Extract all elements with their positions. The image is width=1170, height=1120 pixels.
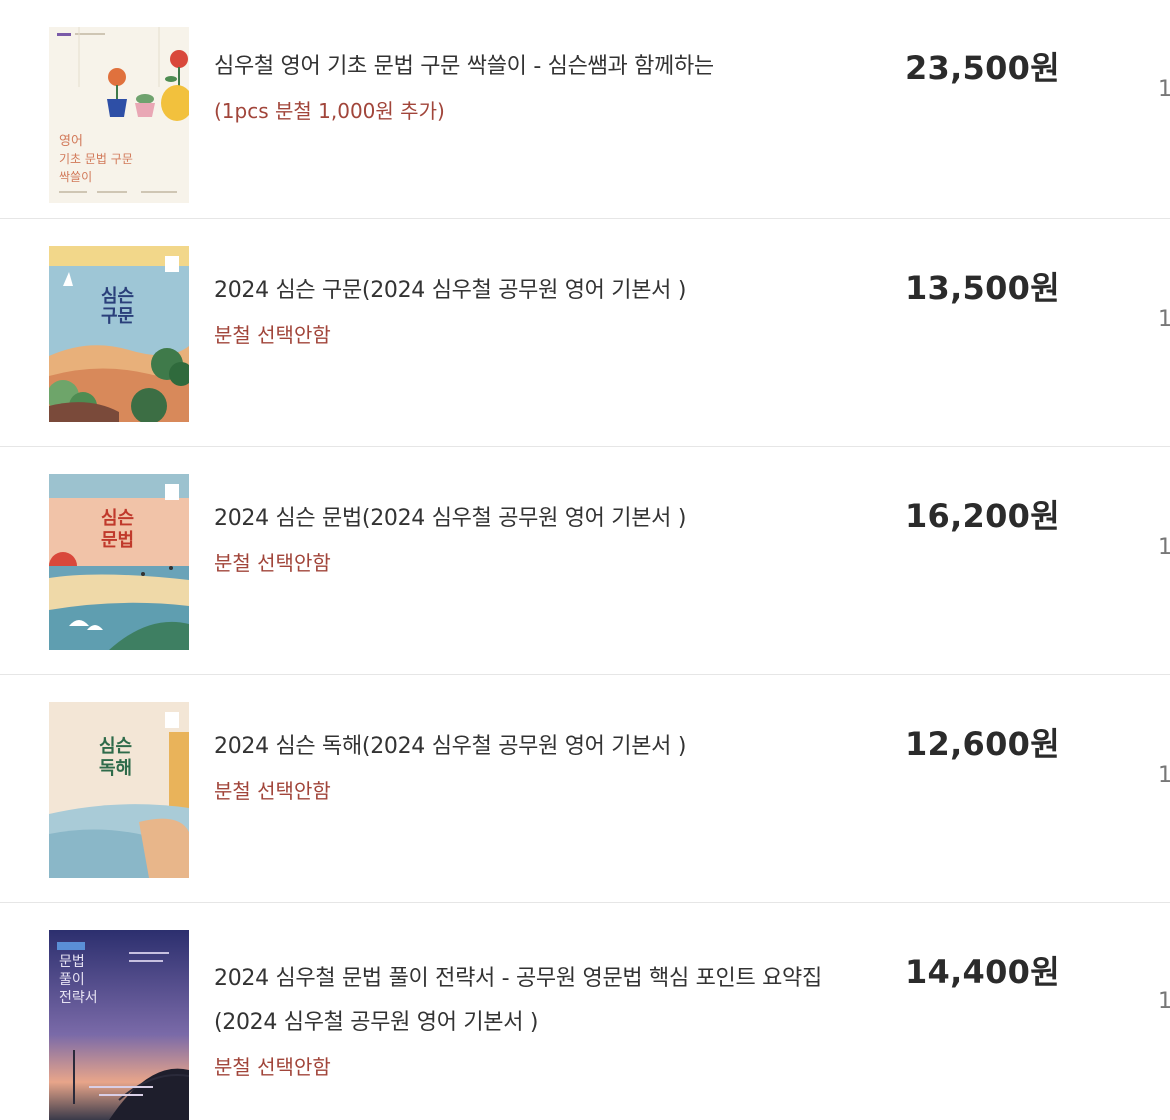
cart-item-list: 영어 기초 문법 구문 싹쓸이 심우철 영어 기초 문법 구문 싹쓸이 - 심슨… bbox=[0, 0, 1170, 1120]
item-option-text: 분철 선택안함 bbox=[214, 1055, 331, 1079]
book-cover-image[interactable]: 심슨 구문 bbox=[49, 246, 189, 422]
item-info: 2024 심슨 구문(2024 심우철 공무원 영어 기본서 ) 분철 선택안함 bbox=[214, 269, 884, 357]
item-option-text: 분철 선택안함 bbox=[214, 551, 331, 575]
svg-text:전략서: 전략서 bbox=[59, 990, 98, 1006]
item-quantity[interactable]: 1 bbox=[1158, 535, 1170, 560]
item-price-currency: 원 bbox=[1030, 49, 1060, 87]
item-price-value: 16,200 bbox=[904, 497, 1031, 535]
cart-item-row: 영어 기초 문법 구문 싹쓸이 심우철 영어 기초 문법 구문 싹쓸이 - 심슨… bbox=[0, 0, 1170, 219]
svg-text:풀이: 풀이 bbox=[59, 972, 85, 988]
book-cover-sunset-sea-icon: 심슨 문법 bbox=[49, 474, 189, 650]
item-price-currency: 원 bbox=[1030, 725, 1060, 763]
item-price-value: 14,400 bbox=[904, 953, 1031, 991]
item-price: 12,600원 bbox=[905, 719, 1060, 765]
item-price: 23,500원 bbox=[905, 43, 1060, 89]
item-quantity[interactable]: 1 bbox=[1158, 763, 1170, 788]
item-price-currency: 원 bbox=[1030, 953, 1060, 991]
svg-text:심슨: 심슨 bbox=[101, 508, 134, 529]
book-cover-flowers-icon: 영어 기초 문법 구문 싹쓸이 bbox=[49, 27, 189, 203]
item-price-value: 13,500 bbox=[904, 269, 1031, 307]
svg-text:심슨: 심슨 bbox=[99, 736, 132, 757]
book-cover-landscape-green-icon: 심슨 구문 bbox=[49, 246, 189, 422]
item-title-link[interactable]: 심우철 영어 기초 문법 구문 싹쓸이 - 심슨쌤과 함께하는 bbox=[214, 45, 884, 89]
item-price: 16,200원 bbox=[905, 491, 1060, 537]
item-title-link[interactable]: 2024 심슨 독해(2024 심우철 공무원 영어 기본서 ) bbox=[214, 725, 884, 769]
item-info: 2024 심슨 독해(2024 심우철 공무원 영어 기본서 ) 분철 선택안함 bbox=[214, 725, 884, 813]
item-title-link[interactable]: 2024 심슨 구문(2024 심우철 공무원 영어 기본서 ) bbox=[214, 269, 884, 313]
item-option-text: 분철 선택안함 bbox=[214, 323, 331, 347]
svg-text:구문: 구문 bbox=[101, 306, 134, 327]
item-quantity[interactable]: 1 bbox=[1158, 989, 1170, 1014]
item-option-text: (1pcs 분철 1,000원 추가) bbox=[214, 99, 445, 123]
svg-text:문법: 문법 bbox=[59, 954, 85, 970]
item-title-link-line2[interactable]: (2024 심우철 공무원 영어 기본서 ) bbox=[214, 1001, 884, 1045]
cart-item-row: 문법 풀이 전략서 2024 심우철 문법 풀이 전략서 - 공무원 영문법 핵… bbox=[0, 903, 1170, 1120]
item-price-currency: 원 bbox=[1030, 269, 1060, 307]
item-price-value: 23,500 bbox=[904, 49, 1031, 87]
book-cover-image[interactable]: 심슨 문법 bbox=[49, 474, 189, 650]
cart-item-row: 심슨 문법 2024 심슨 문법(2024 심우철 공무원 영어 기본서 ) 분… bbox=[0, 447, 1170, 675]
svg-text:영어: 영어 bbox=[59, 134, 83, 149]
book-cover-image[interactable]: 영어 기초 문법 구문 싹쓸이 bbox=[49, 27, 189, 203]
svg-text:심슨: 심슨 bbox=[101, 286, 134, 307]
item-quantity[interactable]: 1 bbox=[1158, 77, 1170, 102]
cart-item-row: 심슨 구문 2024 심슨 구문(2024 심우철 공무원 영어 기본서 ) 분… bbox=[0, 219, 1170, 447]
book-cover-beach-icon: 심슨 독해 bbox=[49, 702, 189, 878]
item-title-link[interactable]: 2024 심우철 문법 풀이 전략서 - 공무원 영문법 핵심 포인트 요약집 bbox=[214, 957, 884, 1001]
svg-text:독해: 독해 bbox=[99, 758, 132, 779]
item-title-link[interactable]: 2024 심슨 문법(2024 심우철 공무원 영어 기본서 ) bbox=[214, 497, 884, 541]
book-cover-image[interactable]: 문법 풀이 전략서 bbox=[49, 930, 189, 1120]
item-info: 2024 심슨 문법(2024 심우철 공무원 영어 기본서 ) 분철 선택안함 bbox=[214, 497, 884, 585]
item-price: 14,400원 bbox=[905, 947, 1060, 993]
item-info: 심우철 영어 기초 문법 구문 싹쓸이 - 심슨쌤과 함께하는 (1pcs 분철… bbox=[214, 45, 884, 133]
svg-text:문법: 문법 bbox=[101, 530, 134, 551]
item-option-text: 분철 선택안함 bbox=[214, 779, 331, 803]
item-price-currency: 원 bbox=[1030, 497, 1060, 535]
item-price: 13,500원 bbox=[905, 263, 1060, 309]
svg-text:싹쓸이: 싹쓸이 bbox=[59, 170, 92, 184]
svg-text:기초 문법 구문: 기초 문법 구문 bbox=[59, 152, 133, 166]
item-info: 2024 심우철 문법 풀이 전략서 - 공무원 영문법 핵심 포인트 요약집 … bbox=[214, 957, 884, 1089]
book-cover-night-bridge-icon: 문법 풀이 전략서 bbox=[49, 930, 189, 1120]
item-quantity[interactable]: 1 bbox=[1158, 307, 1170, 332]
book-cover-image[interactable]: 심슨 독해 bbox=[49, 702, 189, 878]
item-price-value: 12,600 bbox=[904, 725, 1031, 763]
cart-item-row: 심슨 독해 2024 심슨 독해(2024 심우철 공무원 영어 기본서 ) 분… bbox=[0, 675, 1170, 903]
